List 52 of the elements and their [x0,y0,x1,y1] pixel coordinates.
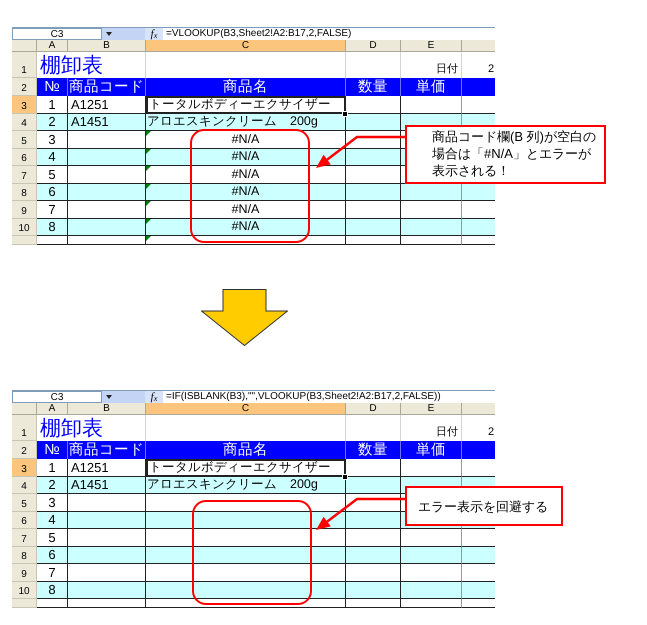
row-header[interactable]: 1 [12,415,37,441]
cell-value[interactable]: #N/A [232,166,260,182]
row-header[interactable]: 5 [12,494,37,512]
callout-note: エラー表示を回避する [405,486,563,526]
cell-value[interactable]: #N/A [232,219,260,234]
column-heading: 商品名 [146,441,346,459]
cell-value[interactable]: #N/A [232,149,260,164]
row-header[interactable]: 6 [12,512,37,529]
column-heading: 商品名 [146,78,346,96]
callout-note: 商品コード欄(B 列)が空白の 場合は「#N/A」とエラーが 表示される！ [405,125,606,184]
name-box-dropdown[interactable] [102,28,145,40]
row-header[interactable]: 3 [12,96,37,114]
name-box[interactable]: C3 [12,28,102,40]
date-value: 2 [488,63,494,75]
active-cell[interactable]: トータルボディーエクサイザー [146,96,346,114]
active-cell[interactable]: トータルボディーエクサイザー [146,459,346,476]
column-header[interactable]: C [146,403,346,414]
formula-field[interactable]: =VLOOKUP(B3,Sheet2!A2:B17,2,FALSE) [163,28,495,40]
name-box[interactable]: C3 [12,391,102,403]
row-header[interactable]: 10 [12,218,37,236]
row-header[interactable]: 4 [12,114,37,131]
insert-function-button[interactable]: f$_{x}$ [145,391,163,403]
cell-value[interactable]: #N/A [232,202,260,217]
row-header[interactable]: 6 [12,148,37,166]
date-value: 2 [488,426,494,438]
column-header[interactable]: C [146,40,346,51]
cell-value[interactable]: #N/A [232,132,260,147]
cell-value[interactable]: アロエスキンクリーム 200g [147,477,318,492]
row-header[interactable]: 7 [12,529,37,546]
cell-value[interactable]: トータルボディーエクサイザー [149,97,331,112]
row-header[interactable]: 9 [12,564,37,582]
row-header[interactable]: 3 [12,459,37,476]
name-box-dropdown[interactable] [102,391,145,403]
row-header[interactable]: 1 [12,52,37,78]
row-header[interactable]: 10 [12,582,37,599]
row-header[interactable]: 5 [12,131,37,148]
formula-field[interactable]: =IF(ISBLANK(B3),"",VLOOKUP(B3,Sheet2!A2:B17,2,FALSE)) [163,391,495,403]
cell-value[interactable]: アロエスキンクリーム 200g [147,114,318,130]
fill-handle[interactable] [342,474,348,480]
insert-function-button[interactable]: f$_{x}$ [145,28,163,40]
cell-value[interactable]: トータルボディーエクサイザー [149,460,331,476]
caret-icon [106,395,112,399]
row-header[interactable]: 2 [12,78,37,96]
cell-value[interactable]: #N/A [232,184,260,200]
row-header[interactable]: 7 [12,166,37,184]
row-header[interactable]: 4 [12,476,37,494]
row-header[interactable]: 8 [12,546,37,564]
caret-icon [106,32,112,36]
row-header[interactable]: 9 [12,201,37,218]
fill-handle[interactable] [342,110,348,116]
row-header[interactable]: 8 [12,184,37,201]
row-header[interactable]: 2 [12,441,37,459]
